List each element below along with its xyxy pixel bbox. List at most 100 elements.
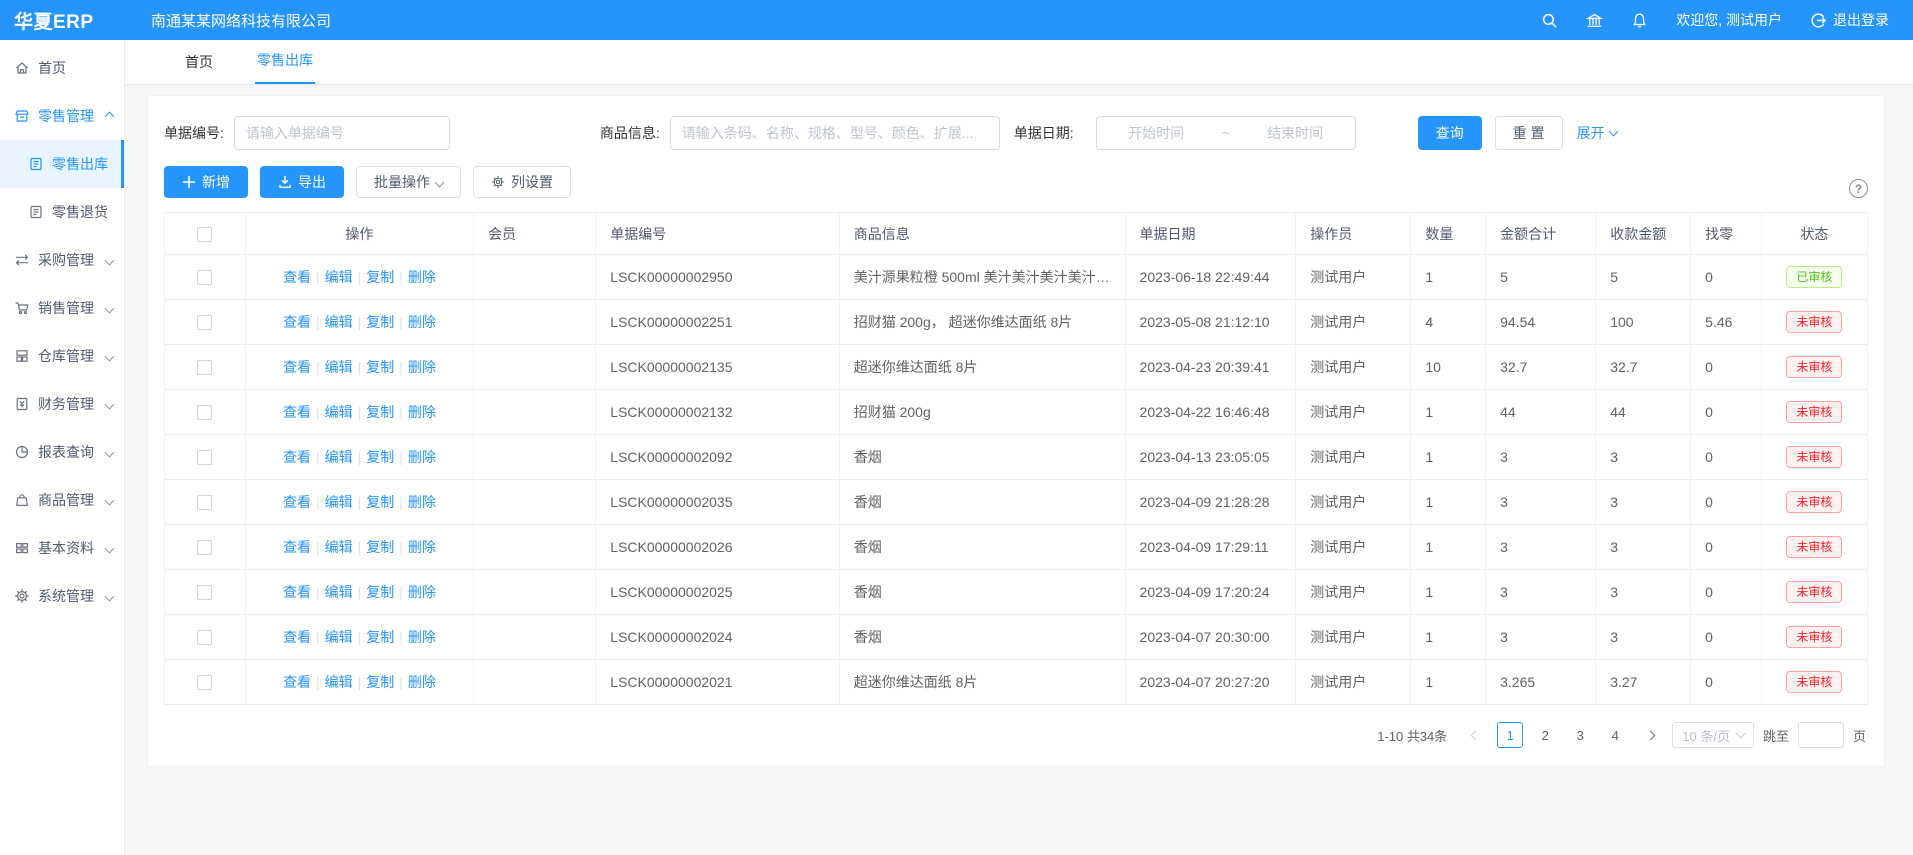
sidebar-item-retail-management[interactable]: 零售管理 — [0, 92, 124, 140]
app-logo[interactable]: 华夏ERP — [0, 7, 125, 34]
edit-link[interactable]: 编辑 — [325, 269, 353, 285]
row-checkbox[interactable] — [197, 450, 212, 465]
delete-link[interactable]: 删除 — [408, 674, 436, 690]
copy-link[interactable]: 复制 — [366, 314, 394, 330]
sidebar-item-warehouse-management[interactable]: 仓库管理 — [0, 332, 124, 380]
row-checkbox[interactable] — [197, 315, 212, 330]
row-checkbox[interactable] — [197, 360, 212, 375]
tab-home[interactable]: 首页 — [183, 52, 215, 84]
row-checkbox[interactable] — [197, 630, 212, 645]
next-page-button[interactable] — [1637, 722, 1663, 748]
delete-link[interactable]: 删除 — [408, 449, 436, 465]
logout-button[interactable]: 退出登录 — [1810, 10, 1889, 30]
edit-link[interactable]: 编辑 — [325, 539, 353, 555]
sidebar-item-retail-return[interactable]: 零售退货 — [0, 188, 124, 236]
add-button[interactable]: 新增 — [164, 166, 248, 198]
page-button-3[interactable]: 3 — [1567, 722, 1593, 748]
view-link[interactable]: 查看 — [283, 539, 311, 555]
page-button-4[interactable]: 4 — [1602, 722, 1628, 748]
page-button-2[interactable]: 2 — [1532, 722, 1558, 748]
copy-link[interactable]: 复制 — [366, 584, 394, 600]
batch-actions-dropdown[interactable]: 批量操作 — [356, 166, 461, 198]
delete-link[interactable]: 删除 — [408, 584, 436, 600]
delete-link[interactable]: 删除 — [408, 629, 436, 645]
goods-info-input[interactable] — [670, 116, 1000, 150]
sidebar-item-goods-management[interactable]: 商品管理 — [0, 476, 124, 524]
search-icon[interactable] — [1541, 12, 1558, 29]
link-separator: | — [358, 449, 362, 465]
search-button[interactable]: 查询 — [1418, 116, 1482, 150]
edit-link[interactable]: 编辑 — [325, 584, 353, 600]
row-checkbox[interactable] — [197, 495, 212, 510]
sync-arrows-icon — [14, 252, 30, 268]
delete-link[interactable]: 删除 — [408, 359, 436, 375]
bill-no-input[interactable] — [234, 116, 450, 150]
view-link[interactable]: 查看 — [283, 449, 311, 465]
row-checkbox[interactable] — [197, 270, 212, 285]
row-checkbox[interactable] — [197, 540, 212, 555]
cell-received-amount: 100 — [1596, 300, 1691, 345]
delete-link[interactable]: 删除 — [408, 404, 436, 420]
sidebar-item-finance-management[interactable]: 财务管理 — [0, 380, 124, 428]
platform-bank-icon[interactable] — [1586, 12, 1603, 29]
copy-link[interactable]: 复制 — [366, 629, 394, 645]
jump-label: 跳至 — [1763, 726, 1789, 745]
help-icon[interactable]: ? — [1849, 179, 1868, 198]
view-link[interactable]: 查看 — [283, 269, 311, 285]
row-checkbox[interactable] — [197, 585, 212, 600]
sidebar-item-retail-outbound[interactable]: 零售出库 — [0, 140, 124, 188]
status-badge: 未审核 — [1786, 401, 1842, 423]
copy-link[interactable]: 复制 — [366, 539, 394, 555]
copy-link[interactable]: 复制 — [366, 359, 394, 375]
view-link[interactable]: 查看 — [283, 404, 311, 420]
copy-link[interactable]: 复制 — [366, 269, 394, 285]
copy-link[interactable]: 复制 — [366, 449, 394, 465]
cart-icon — [14, 300, 30, 316]
copy-link[interactable]: 复制 — [366, 494, 394, 510]
edit-link[interactable]: 编辑 — [325, 359, 353, 375]
copy-link[interactable]: 复制 — [366, 404, 394, 420]
delete-link[interactable]: 删除 — [408, 539, 436, 555]
jump-page-input[interactable] — [1798, 722, 1844, 748]
sidebar-item-basic-data[interactable]: 基本资料 — [0, 524, 124, 572]
cell-quantity: 4 — [1411, 300, 1486, 345]
column-settings-button[interactable]: 列设置 — [473, 166, 571, 198]
view-link[interactable]: 查看 — [283, 494, 311, 510]
edit-link[interactable]: 编辑 — [325, 629, 353, 645]
sidebar-item-purchase-management[interactable]: 采购管理 — [0, 236, 124, 284]
reset-button[interactable]: 重 置 — [1495, 116, 1563, 150]
view-link[interactable]: 查看 — [283, 314, 311, 330]
page-button-1[interactable]: 1 — [1497, 722, 1523, 748]
row-checkbox[interactable] — [197, 405, 212, 420]
export-button[interactable]: 导出 — [260, 166, 344, 198]
date-range-picker[interactable]: 开始时间 ~ 结束时间 — [1096, 116, 1356, 150]
view-link[interactable]: 查看 — [283, 584, 311, 600]
notification-bell-icon[interactable] — [1631, 12, 1648, 29]
delete-link[interactable]: 删除 — [408, 269, 436, 285]
chevron-down-icon — [105, 496, 115, 506]
select-all-checkbox[interactable] — [197, 227, 212, 242]
cell-actions: 查看|编辑|复制|删除 — [245, 615, 473, 660]
sidebar-item-home[interactable]: 首页 — [0, 44, 124, 92]
edit-link[interactable]: 编辑 — [325, 674, 353, 690]
welcome-user[interactable]: 欢迎您, 测试用户 — [1676, 10, 1782, 30]
page-size-select[interactable]: 10 条/页 — [1672, 722, 1754, 748]
copy-link[interactable]: 复制 — [366, 674, 394, 690]
delete-link[interactable]: 删除 — [408, 494, 436, 510]
delete-link[interactable]: 删除 — [408, 314, 436, 330]
edit-link[interactable]: 编辑 — [325, 404, 353, 420]
edit-link[interactable]: 编辑 — [325, 449, 353, 465]
sidebar-item-system-management[interactable]: 系统管理 — [0, 572, 124, 620]
view-link[interactable]: 查看 — [283, 359, 311, 375]
sidebar-item-report-query[interactable]: 报表查询 — [0, 428, 124, 476]
expand-link[interactable]: 展开 — [1577, 123, 1617, 143]
logout-label: 退出登录 — [1833, 10, 1889, 30]
prev-page-button[interactable] — [1462, 722, 1488, 748]
view-link[interactable]: 查看 — [283, 674, 311, 690]
row-checkbox[interactable] — [197, 675, 212, 690]
tab-retail-outbound[interactable]: 零售出库 — [255, 50, 315, 84]
view-link[interactable]: 查看 — [283, 629, 311, 645]
edit-link[interactable]: 编辑 — [325, 494, 353, 510]
edit-link[interactable]: 编辑 — [325, 314, 353, 330]
sidebar-item-sales-management[interactable]: 销售管理 — [0, 284, 124, 332]
